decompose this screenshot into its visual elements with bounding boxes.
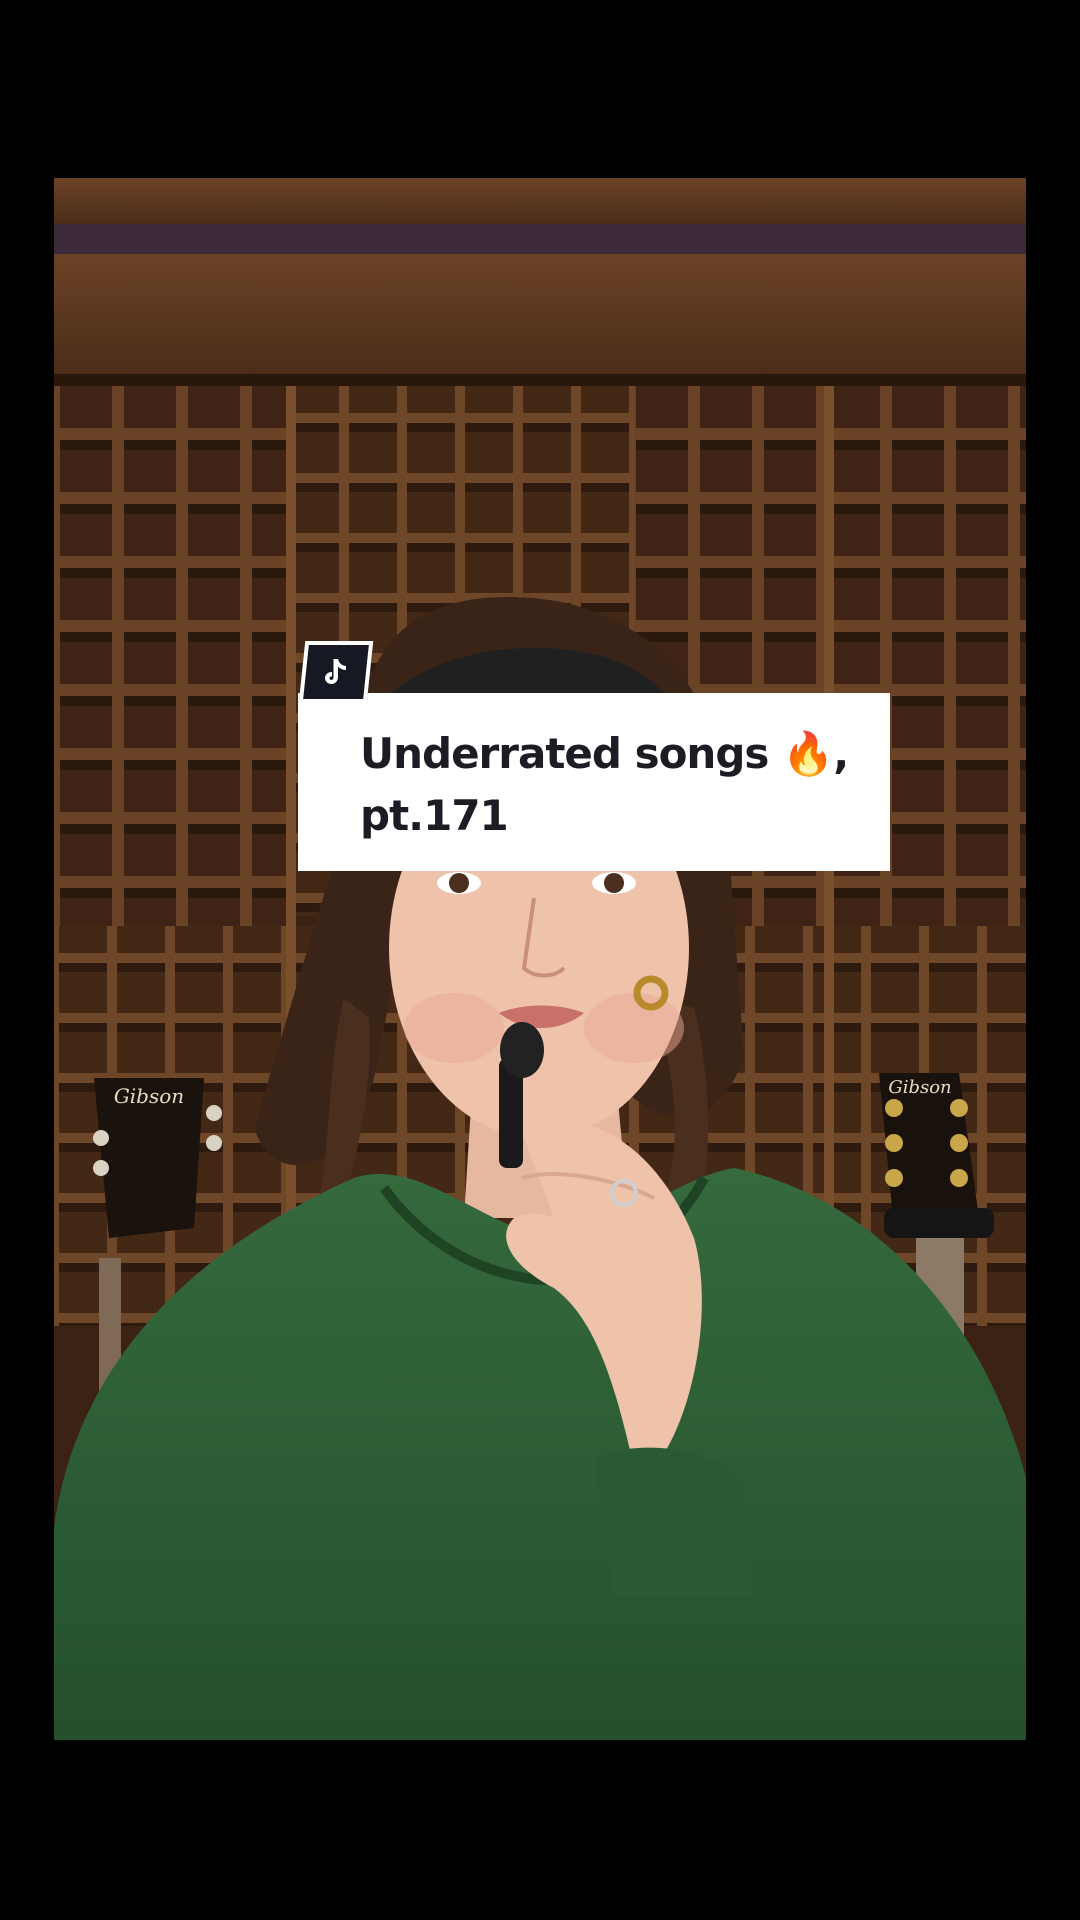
- video-scene: Gibson Gibson: [54, 178, 1026, 1740]
- caption-card: Underrated songs 🔥, pt.171: [298, 693, 890, 871]
- guitar-brand-right: Gibson: [888, 1077, 951, 1098]
- video-frame[interactable]: Gibson Gibson Underrated songs 🔥, pt.171: [54, 178, 1026, 1740]
- caption-line-1: Underrated songs 🔥,: [360, 729, 849, 778]
- caption-line-2: pt.171: [360, 791, 509, 840]
- guitar-brand-left: Gibson: [114, 1084, 184, 1108]
- tiktok-logo-icon: [298, 641, 374, 703]
